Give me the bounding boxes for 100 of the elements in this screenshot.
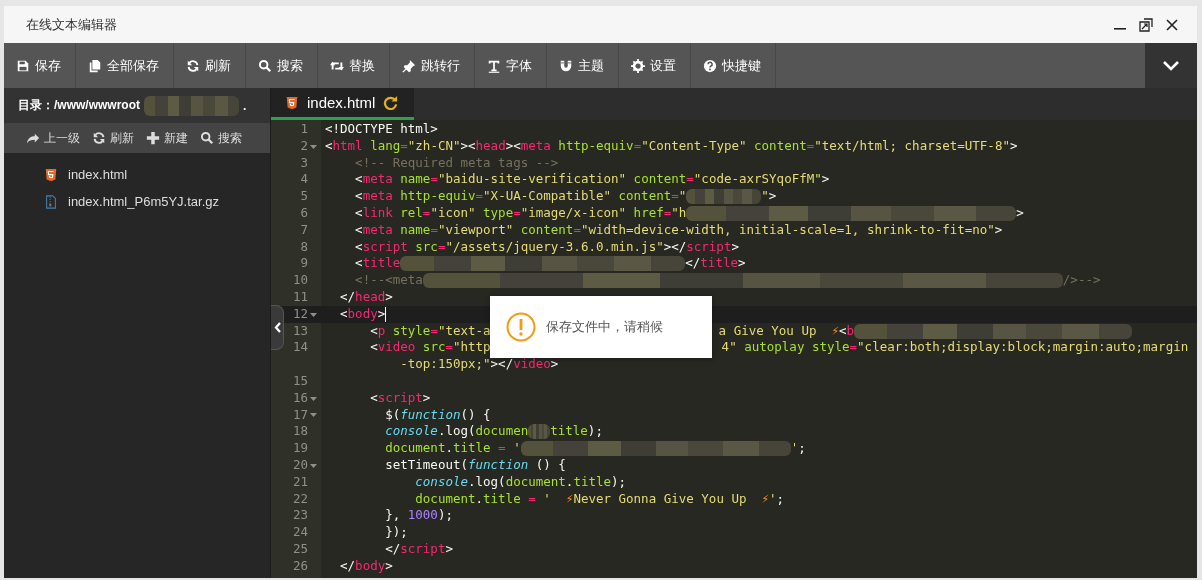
directory-path: 目录：/www/wwwroot: [18, 97, 140, 114]
code-line: <body>: [339, 305, 387, 323]
code-line: });: [384, 524, 408, 541]
line-number: 21: [292, 473, 308, 491]
toast-message: 保存文件中，请稍候: [546, 318, 663, 336]
share-arrow-icon: [26, 131, 40, 145]
code-text: <video src="http: [369, 339, 491, 355]
refresh-icon: [383, 95, 399, 110]
search-icon: [200, 131, 214, 145]
help-icon: [703, 58, 717, 73]
code-text: <title: [354, 255, 401, 271]
fold-arrow-icon[interactable]: [310, 310, 317, 318]
code-text: <link rel="icon" type="image/x-icon" href="h: [354, 205, 687, 220]
line-number: 19: [292, 440, 308, 457]
code-text: <!--<meta: [354, 272, 423, 288]
code-text: a Give You Up ⚡<b: [718, 322, 855, 338]
fold-arrow-icon[interactable]: [310, 461, 317, 469]
code-text: />-->: [1062, 272, 1101, 288]
editor-tab[interactable]: index.html: [271, 88, 415, 120]
line-number: 1: [300, 121, 308, 138]
code-text: document.title = ': [384, 440, 521, 456]
code-text: >: [1016, 205, 1024, 220]
code-line: }, 1000);: [384, 507, 453, 525]
line-number: 7: [300, 221, 308, 239]
file-item[interactable]: index.html: [4, 161, 270, 188]
code-line: <!-- Required meta tags -->: [354, 154, 559, 172]
line-number: 11: [292, 288, 308, 306]
text-icon: [487, 58, 501, 73]
file-item[interactable]: index.html_P6m5YJ.tar.gz: [4, 188, 270, 215]
code-line: <meta name="baidu-site-verification" content="code-axrSYqoFfM">: [354, 171, 830, 189]
settings-icon: [631, 58, 645, 73]
search-icon: [258, 58, 272, 73]
line-number: 13: [292, 322, 308, 340]
line-number: 9: [300, 255, 308, 273]
pin-icon: [402, 58, 416, 73]
line-number: 20: [292, 456, 308, 474]
code-line: <html lang="zh-CN"><head><meta http-equiv="Content-Type" content="text/html; charset=UTF-8">: [324, 137, 1018, 155]
plus-icon: [146, 131, 160, 145]
line-number: 8: [300, 238, 308, 256]
line-number: 22: [292, 490, 308, 508]
code-line: </body>: [339, 557, 393, 575]
window-title: 在线文本编辑器: [26, 15, 118, 34]
code-text: </title>: [685, 255, 746, 271]
code-text: console.log(documen: [384, 423, 529, 439]
magnet-icon: [559, 58, 573, 73]
chevron-down-icon: [1163, 60, 1179, 71]
refresh-icon: [92, 131, 106, 145]
line-number: 5: [300, 188, 308, 205]
code-line: document.title = ' ⚡Never Gonna Give You Up ⚡';: [414, 490, 785, 508]
html-file-icon: [44, 167, 58, 182]
line-number: 26: [292, 557, 308, 575]
line-number: 16: [292, 389, 308, 407]
code-line: <script src="/assets/jquery-3.6.0.min.js"></script>: [354, 238, 739, 256]
code-text: title);: [550, 423, 603, 439]
directory-path: .: [243, 98, 247, 113]
close-icon: [1166, 18, 1178, 31]
refresh-icon: [186, 58, 200, 73]
code-line: <script>: [369, 389, 431, 407]
warning-icon: [506, 312, 536, 342]
line-number: 4: [300, 171, 308, 189]
chevron-left-icon: [273, 322, 281, 333]
line-number: 10: [292, 272, 308, 289]
line-number: 12: [292, 305, 308, 323]
line-number: 23: [292, 507, 308, 525]
code-line: setTimeout(function () {: [384, 456, 566, 474]
zip-file-icon: [44, 194, 58, 209]
code-text: <meta http-equiv="X-UA-Compatible" content=": [354, 188, 687, 204]
sidebar-action[interactable]: 搜索: [198, 129, 248, 147]
code-text: 4" autoplay style="clear:both;display:block;margin:auto;margin: [721, 339, 1189, 355]
collapse-sidebar-button[interactable]: [271, 305, 284, 350]
fold-arrow-icon[interactable]: [310, 411, 317, 419]
code-text: ">: [761, 188, 777, 204]
sidebar-action[interactable]: 刷新: [90, 129, 140, 147]
code-line: -top:150px;"></video>: [399, 356, 559, 373]
code-line: $(function() {: [384, 406, 491, 424]
collapse-toolbar-button[interactable]: [1145, 43, 1197, 88]
code-line: </script>: [384, 540, 453, 558]
line-number: 25: [292, 540, 308, 558]
sidebar-action[interactable]: 上一级: [24, 129, 86, 147]
html-file-icon: [285, 95, 299, 110]
code-text: ';: [790, 440, 806, 456]
code-text: <p style="text-a: [369, 322, 491, 338]
sidebar-action[interactable]: 新建: [144, 129, 194, 147]
line-number: 18: [292, 423, 308, 441]
restore-icon: [1139, 17, 1153, 32]
code-line: <!DOCTYPE html>: [324, 121, 438, 138]
code-line: </head>: [339, 288, 393, 306]
line-number: 15: [292, 372, 308, 390]
line-number: 17: [292, 406, 308, 424]
line-number: 3: [300, 154, 308, 172]
line-number: 6: [300, 205, 308, 222]
line-number: 14: [292, 339, 308, 357]
code-line: console.log(document.title);: [414, 473, 627, 491]
minimize-icon: [1114, 28, 1126, 30]
line-number: 2: [300, 137, 308, 155]
fold-arrow-icon[interactable]: [310, 394, 317, 402]
fold-arrow-icon[interactable]: [310, 142, 317, 150]
documents-icon: [88, 58, 102, 73]
line-number: 24: [292, 524, 308, 541]
code-line: <meta name="viewport" content="width=device-width, initial-scale=1, shrink-to-fit=no">: [354, 221, 1003, 239]
